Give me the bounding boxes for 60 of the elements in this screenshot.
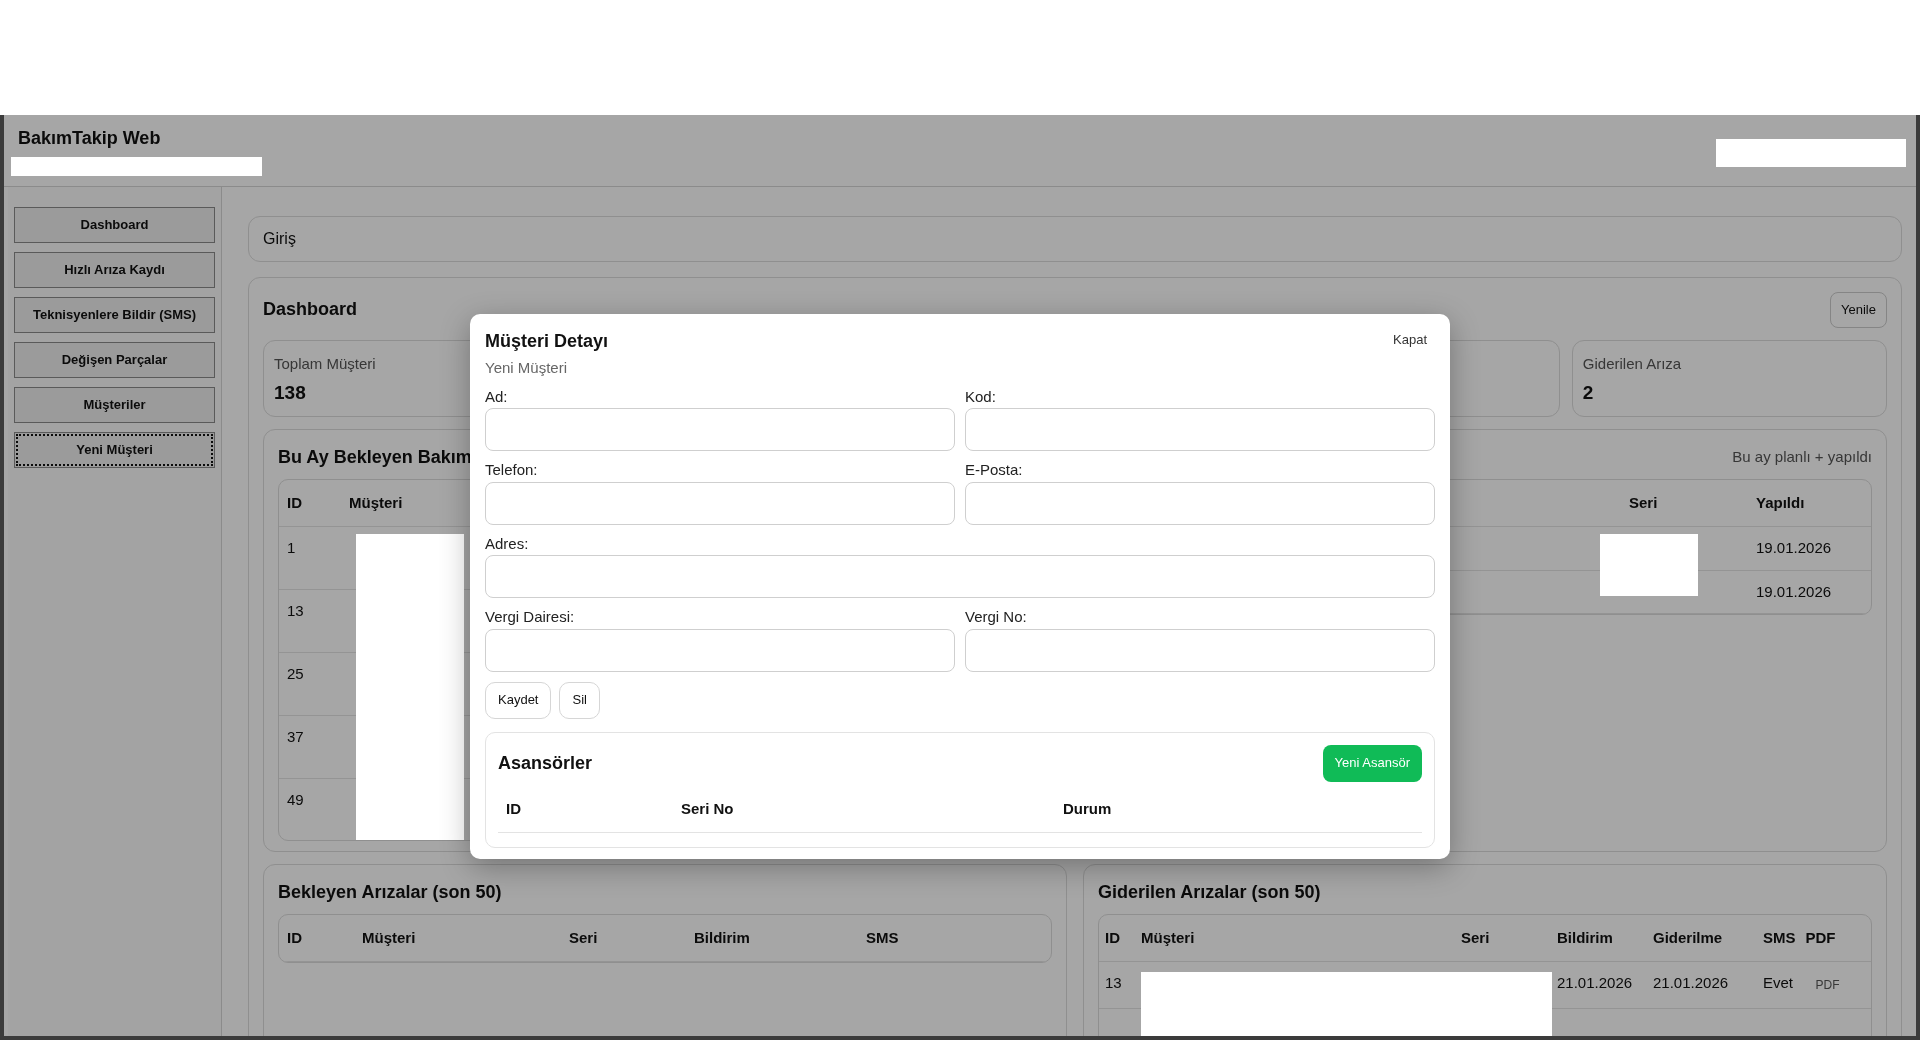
stat-label: Toplam Müşteri [274,353,376,374]
app-title: BakımTakip Web [18,127,162,150]
column-header: ID [279,479,341,527]
column-header: Bildirim [1551,914,1647,962]
section-title: Bekleyen Arızalar (son 50) [278,880,503,904]
column-header: Seri [561,914,686,962]
column-header: PDF [1799,914,1871,962]
table-cell: 37 [279,715,341,779]
pdf-button[interactable]: PDF [1805,972,1850,998]
column-header: ID [498,785,673,833]
table-cell: 1 [279,526,341,590]
dialog-subtitle: Yeni Müşteri [485,358,568,378]
table-cell: 13 [279,589,341,653]
field-label: Adres: [485,533,530,554]
column-header: Giderilme [1647,914,1757,962]
section-title: Asansörler [498,751,593,775]
table-cell: 19.01.2026 [1748,526,1871,570]
section-title: Dashboard [263,298,358,322]
column-header: ID [1099,914,1135,962]
delete-button[interactable]: Sil [559,681,600,719]
column-header: Durum [1055,785,1422,833]
table-cell: 25 [279,652,341,716]
section-subtitle: Bu ay planlı + yapıldı [1732,446,1872,467]
section-title: Giderilen Arızalar (son 50) [1098,880,1322,904]
table-cell: Evet [1757,961,1800,1009]
field-label: Vergi Dairesi: [485,607,576,627]
field-label: Vergi No: [965,607,1028,627]
close-button[interactable]: Kapat [1385,328,1435,352]
column-header: ID [279,914,354,962]
sidebar-button[interactable]: Müşteriler [14,387,215,423]
table-cell: 21.01.2026 [1647,961,1757,1009]
column-header: Müşteri [1135,914,1455,962]
column-header: Seri No [673,785,1055,833]
breadcrumb-text: Giriş [263,229,296,249]
table-cell: 19.01.2026 [1748,570,1871,614]
sidebar-button[interactable]: Teknisyenlere Bildir (SMS) [14,297,215,333]
column-header: Müşteri [354,914,561,962]
dialog-title: Müşteri Detayı [485,330,609,353]
column-header: Yapıldı [1748,479,1871,527]
table-cell: 13 [1099,961,1135,1009]
table-cell: 49 [279,778,341,840]
column-header: Seri [1621,479,1748,527]
sidebar-button[interactable]: Hızlı Arıza Kaydı [14,252,215,288]
column-header: Seri [1455,914,1551,962]
stat-label: Giderilen Arıza [1582,353,1682,374]
field-label: E-Posta: [965,460,1024,480]
field-label: Ad: [485,386,509,407]
column-header: Bildirim [686,914,858,962]
column-header: SMS [858,914,1051,962]
stat-value: 138 [274,381,306,405]
field-label: Telefon: [485,460,539,480]
save-button[interactable]: Kaydet [485,681,552,719]
sidebar-button[interactable]: Yeni Müşteri [14,432,215,468]
section-title: Bu Ay Bekleyen Bakım [278,445,472,469]
column-header: SMS [1757,914,1800,962]
stat-value: 2 [1582,381,1594,405]
field-label: Kod: [965,386,997,407]
sidebar-button[interactable]: Dashboard [14,207,215,243]
refresh-button[interactable]: Yenile [1830,292,1887,328]
sidebar-button[interactable]: Değişen Parçalar [14,342,215,378]
